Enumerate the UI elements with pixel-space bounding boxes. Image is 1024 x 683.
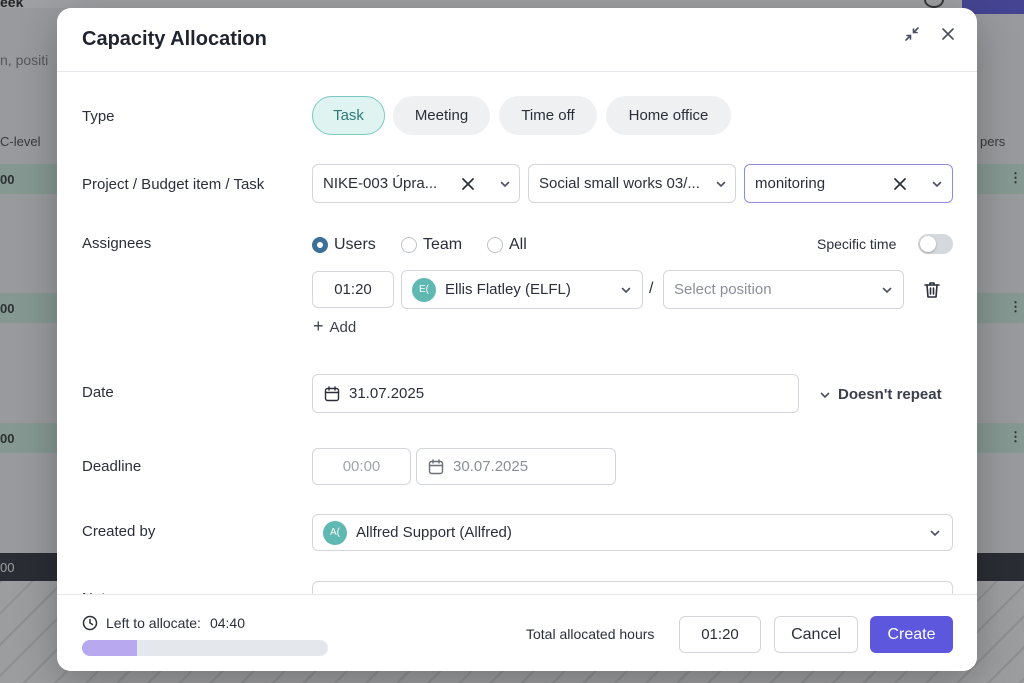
assignee-user-select[interactable]: E( Ellis Flatley (ELFL) xyxy=(401,270,643,309)
collapse-icon[interactable] xyxy=(900,22,924,46)
project-value: NIKE-003 Úpra... xyxy=(323,175,438,192)
calendar-icon xyxy=(427,458,445,476)
task-value: monitoring xyxy=(755,175,826,192)
plus-icon: + xyxy=(313,316,324,336)
type-option-meeting[interactable]: Meeting xyxy=(393,96,490,135)
trash-icon[interactable] xyxy=(920,278,944,302)
position-placeholder: Select position xyxy=(674,281,772,298)
position-select[interactable]: Select position xyxy=(663,270,904,309)
radio-label: All xyxy=(509,236,527,253)
create-button[interactable]: Create xyxy=(870,616,953,653)
left-to-allocate-label: Left to allocate: xyxy=(106,615,201,631)
deadline-date-input[interactable]: 30.07.2025 xyxy=(416,448,616,485)
project-select[interactable]: NIKE-003 Úpra... xyxy=(312,164,520,203)
radio-label: Team xyxy=(423,236,463,253)
add-label: Add xyxy=(329,319,357,336)
total-allocated-label: Total allocated hours xyxy=(526,626,655,642)
avatar: A( xyxy=(323,520,347,545)
specific-time-toggle[interactable] xyxy=(918,234,953,254)
created-by-label: Created by xyxy=(82,523,156,540)
clear-icon[interactable] xyxy=(460,176,476,192)
date-label: Date xyxy=(82,384,114,401)
assignee-user-name: Ellis Flatley (ELFL) xyxy=(445,281,571,298)
date-value: 31.07.2025 xyxy=(349,385,425,402)
assignees-radio-team[interactable]: Team xyxy=(401,236,462,254)
separator-slash: / xyxy=(649,280,654,297)
assignees-label: Assignees xyxy=(82,235,152,252)
left-to-allocate-value: 04:40 xyxy=(209,615,245,631)
repeat-label: Doesn't repeat xyxy=(838,386,942,403)
created-by-select[interactable]: A( Allfred Support (Allfred) xyxy=(312,514,953,551)
chevron-down-icon xyxy=(927,525,943,541)
radio-icon xyxy=(487,237,503,253)
deadline-date-placeholder: 30.07.2025 xyxy=(453,458,529,475)
budget-item-value: Social small works 03/... xyxy=(539,175,700,192)
radio-icon xyxy=(401,237,417,253)
type-option-time-off[interactable]: Time off xyxy=(499,96,597,135)
capacity-allocation-modal: Capacity Allocation Type Task Meeting Ti… xyxy=(57,8,977,671)
assignee-time-input[interactable]: 01:20 xyxy=(312,271,394,308)
project-label: Project / Budget item / Task xyxy=(82,176,265,193)
radio-label: Users xyxy=(334,236,376,253)
date-input[interactable]: 31.07.2025 xyxy=(312,374,799,413)
chevron-down-icon xyxy=(497,176,513,192)
allocation-progress-bar xyxy=(82,640,328,656)
radio-selected-icon xyxy=(312,237,328,253)
chevron-down-icon xyxy=(819,389,831,401)
chevron-down-icon xyxy=(713,176,729,192)
type-label: Type xyxy=(82,108,115,125)
created-by-name: Allfred Support (Allfred) xyxy=(356,524,512,541)
repeat-dropdown[interactable]: Doesn't repeat xyxy=(819,386,942,403)
deadline-label: Deadline xyxy=(82,458,142,475)
modal-footer: Left to allocate: 04:40 Total allocated … xyxy=(57,594,977,671)
calendar-icon xyxy=(323,385,341,403)
avatar: E( xyxy=(412,277,436,302)
budget-item-select[interactable]: Social small works 03/... xyxy=(528,164,736,203)
assignees-radio-all[interactable]: All xyxy=(487,236,527,254)
chevron-down-icon xyxy=(929,176,945,192)
toggle-knob xyxy=(920,236,936,252)
add-assignee-button[interactable]: + Add xyxy=(313,316,357,337)
chevron-down-icon xyxy=(618,282,634,298)
type-option-task[interactable]: Task xyxy=(312,96,385,135)
modal-header: Capacity Allocation xyxy=(57,8,977,72)
clear-icon[interactable] xyxy=(892,176,908,192)
close-icon[interactable] xyxy=(936,22,960,46)
clock-icon xyxy=(82,615,98,631)
assignees-radio-users[interactable]: Users xyxy=(312,236,376,254)
allocation-progress-fill xyxy=(82,640,137,656)
modal-title: Capacity Allocation xyxy=(82,28,267,50)
type-option-home-office[interactable]: Home office xyxy=(606,96,731,135)
deadline-time-input[interactable]: 00:00 xyxy=(312,448,411,485)
total-allocated-value: 01:20 xyxy=(679,616,761,653)
task-select[interactable]: monitoring xyxy=(744,164,953,203)
specific-time-label: Specific time xyxy=(817,236,897,252)
left-to-allocate: Left to allocate: 04:40 xyxy=(82,615,245,631)
chevron-down-icon xyxy=(879,282,895,298)
cancel-button[interactable]: Cancel xyxy=(774,616,858,653)
